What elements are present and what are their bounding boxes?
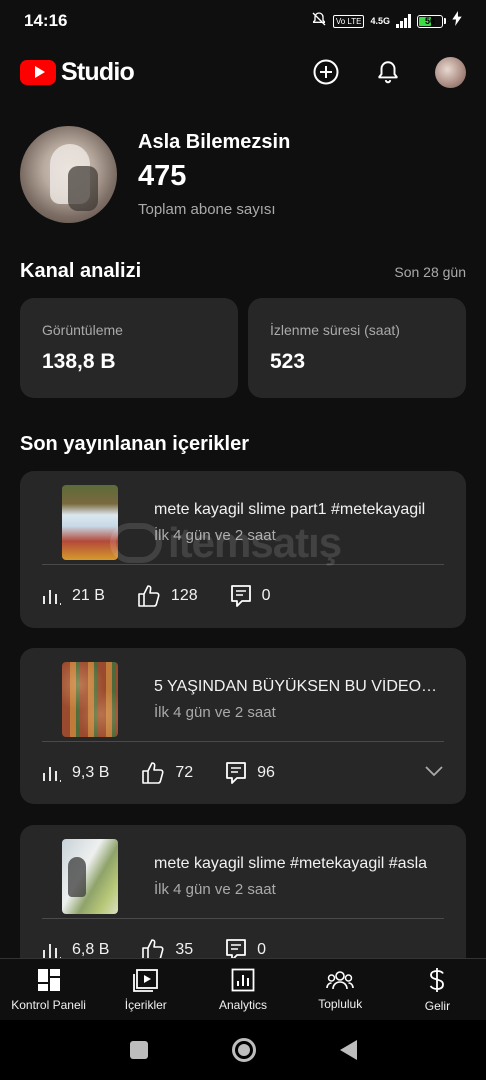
metric-label: Görüntüleme [42, 322, 123, 338]
status-icons: Vo LTE 4.5G 56 [311, 11, 462, 32]
recent-content-title: Son yayınlanan içerikler [20, 433, 249, 455]
chevron-down-icon [425, 766, 443, 777]
likes-count: 128 [170, 587, 198, 604]
views-stat: 21 B [42, 586, 105, 606]
nav-label: Gelir [424, 998, 451, 1013]
analytics-icon [231, 968, 255, 991]
volte-badge: Vo LTE [332, 14, 365, 28]
back-button[interactable] [339, 1040, 357, 1060]
bell-icon [378, 61, 398, 84]
nav-earn[interactable]: Gelir [389, 959, 486, 1020]
likes-stat: 128 [137, 585, 198, 607]
comment-icon [226, 762, 247, 784]
video-period: İlk 4 gün ve 2 saat [154, 704, 276, 721]
account-avatar[interactable] [435, 56, 466, 88]
status-bar: 14:16 Vo LTE 4.5G 56 [0, 0, 486, 42]
subscriber-label: Toplam abone sayısı [138, 201, 276, 218]
recents-button[interactable] [129, 1041, 148, 1059]
video-title: 5 YAŞINDAN BÜYÜKSEN BU VİDEOYU İZLEME [154, 678, 444, 695]
system-navigation [0, 1020, 486, 1080]
youtube-play-icon [20, 59, 56, 85]
metric-card-views[interactable]: Görüntüleme 138,8 B [20, 298, 238, 398]
thumbs-up-icon [142, 762, 164, 784]
app-header: Studio [0, 42, 486, 102]
channel-name: Asla Bilemezsin [138, 131, 291, 153]
app-name: Studio [61, 57, 135, 86]
create-button[interactable] [311, 57, 341, 87]
comments-count: 0 [257, 941, 267, 958]
home-button[interactable] [231, 1038, 256, 1062]
analytics-period: Son 28 gün [394, 264, 466, 280]
views-count: 9,3 B [72, 764, 110, 781]
content-icon [132, 968, 158, 992]
battery-level: 56 [424, 16, 435, 26]
comments-count: 0 [261, 587, 271, 604]
metric-value: 523 [270, 350, 306, 373]
dashboard-icon [37, 968, 60, 991]
mute-bell-icon [311, 11, 327, 32]
earn-icon [430, 967, 445, 992]
nav-analytics[interactable]: Analytics [194, 959, 291, 1020]
community-icon [326, 970, 355, 989]
views-count: 21 B [72, 587, 105, 604]
metric-label: İzlenme süresi (saat) [270, 322, 400, 338]
studio-logo[interactable]: Studio [20, 57, 135, 87]
views-stat: 6,8 B [42, 940, 109, 960]
views-count: 6,8 B [72, 941, 110, 958]
nav-label: Analytics [218, 997, 268, 1012]
comments-count: 96 [257, 764, 275, 781]
bar-chart-icon [43, 767, 61, 782]
nav-content[interactable]: İçerikler [97, 959, 194, 1020]
video-title: mete kayagil slime #metekayagil #asla [154, 855, 428, 872]
analytics-title: Kanal analizi [20, 260, 142, 282]
bottom-navigation: Kontrol Paneli İçerikler Analytics Toplu… [0, 958, 486, 1020]
likes-count: 35 [175, 941, 194, 958]
comments-stat: 0 [230, 584, 271, 608]
notifications-button[interactable] [373, 57, 403, 87]
signal-icon [396, 14, 411, 28]
add-circle-icon [313, 59, 339, 85]
video-card[interactable]: 5 YAŞINDAN BÜYÜKSEN BU VİDEOYU İZLEME İl… [20, 648, 466, 804]
expand-button[interactable] [424, 764, 444, 782]
video-card[interactable]: mete kayagil slime part1 #metekayagil İl… [20, 471, 466, 628]
video-title: mete kayagil slime part1 #metekayagil [154, 501, 426, 518]
nav-label: Kontrol Paneli [11, 997, 86, 1012]
network-type: 4.5G [370, 16, 390, 26]
nav-label: Topluluk [318, 996, 363, 1011]
bar-chart-icon [43, 944, 61, 959]
channel-profile: Asla Bilemezsin 475 Toplam abone sayısı [20, 126, 290, 223]
video-period: İlk 4 gün ve 2 saat [154, 527, 276, 544]
views-stat: 9,3 B [42, 763, 109, 783]
channel-avatar[interactable] [20, 126, 117, 223]
comment-icon [230, 585, 251, 607]
metric-card-watch-time[interactable]: İzlenme süresi (saat) 523 [248, 298, 466, 398]
video-thumbnail [62, 662, 118, 737]
likes-stat: 72 [141, 762, 193, 784]
comments-stat: 96 [225, 761, 275, 785]
nav-label: İçerikler [124, 997, 167, 1012]
charging-icon [452, 11, 462, 31]
subscriber-count: 475 [138, 160, 187, 192]
likes-count: 72 [175, 764, 194, 781]
status-time: 14:16 [24, 11, 68, 30]
video-thumbnail [62, 839, 118, 914]
thumbs-up-icon [138, 585, 160, 607]
video-thumbnail [62, 485, 118, 560]
nav-dashboard[interactable]: Kontrol Paneli [0, 959, 97, 1020]
metric-value: 138,8 B [42, 350, 116, 373]
bar-chart-icon [43, 590, 61, 605]
nav-community[interactable]: Topluluk [292, 959, 389, 1020]
battery-icon: 56 [417, 14, 446, 28]
video-period: İlk 4 gün ve 2 saat [154, 881, 276, 898]
